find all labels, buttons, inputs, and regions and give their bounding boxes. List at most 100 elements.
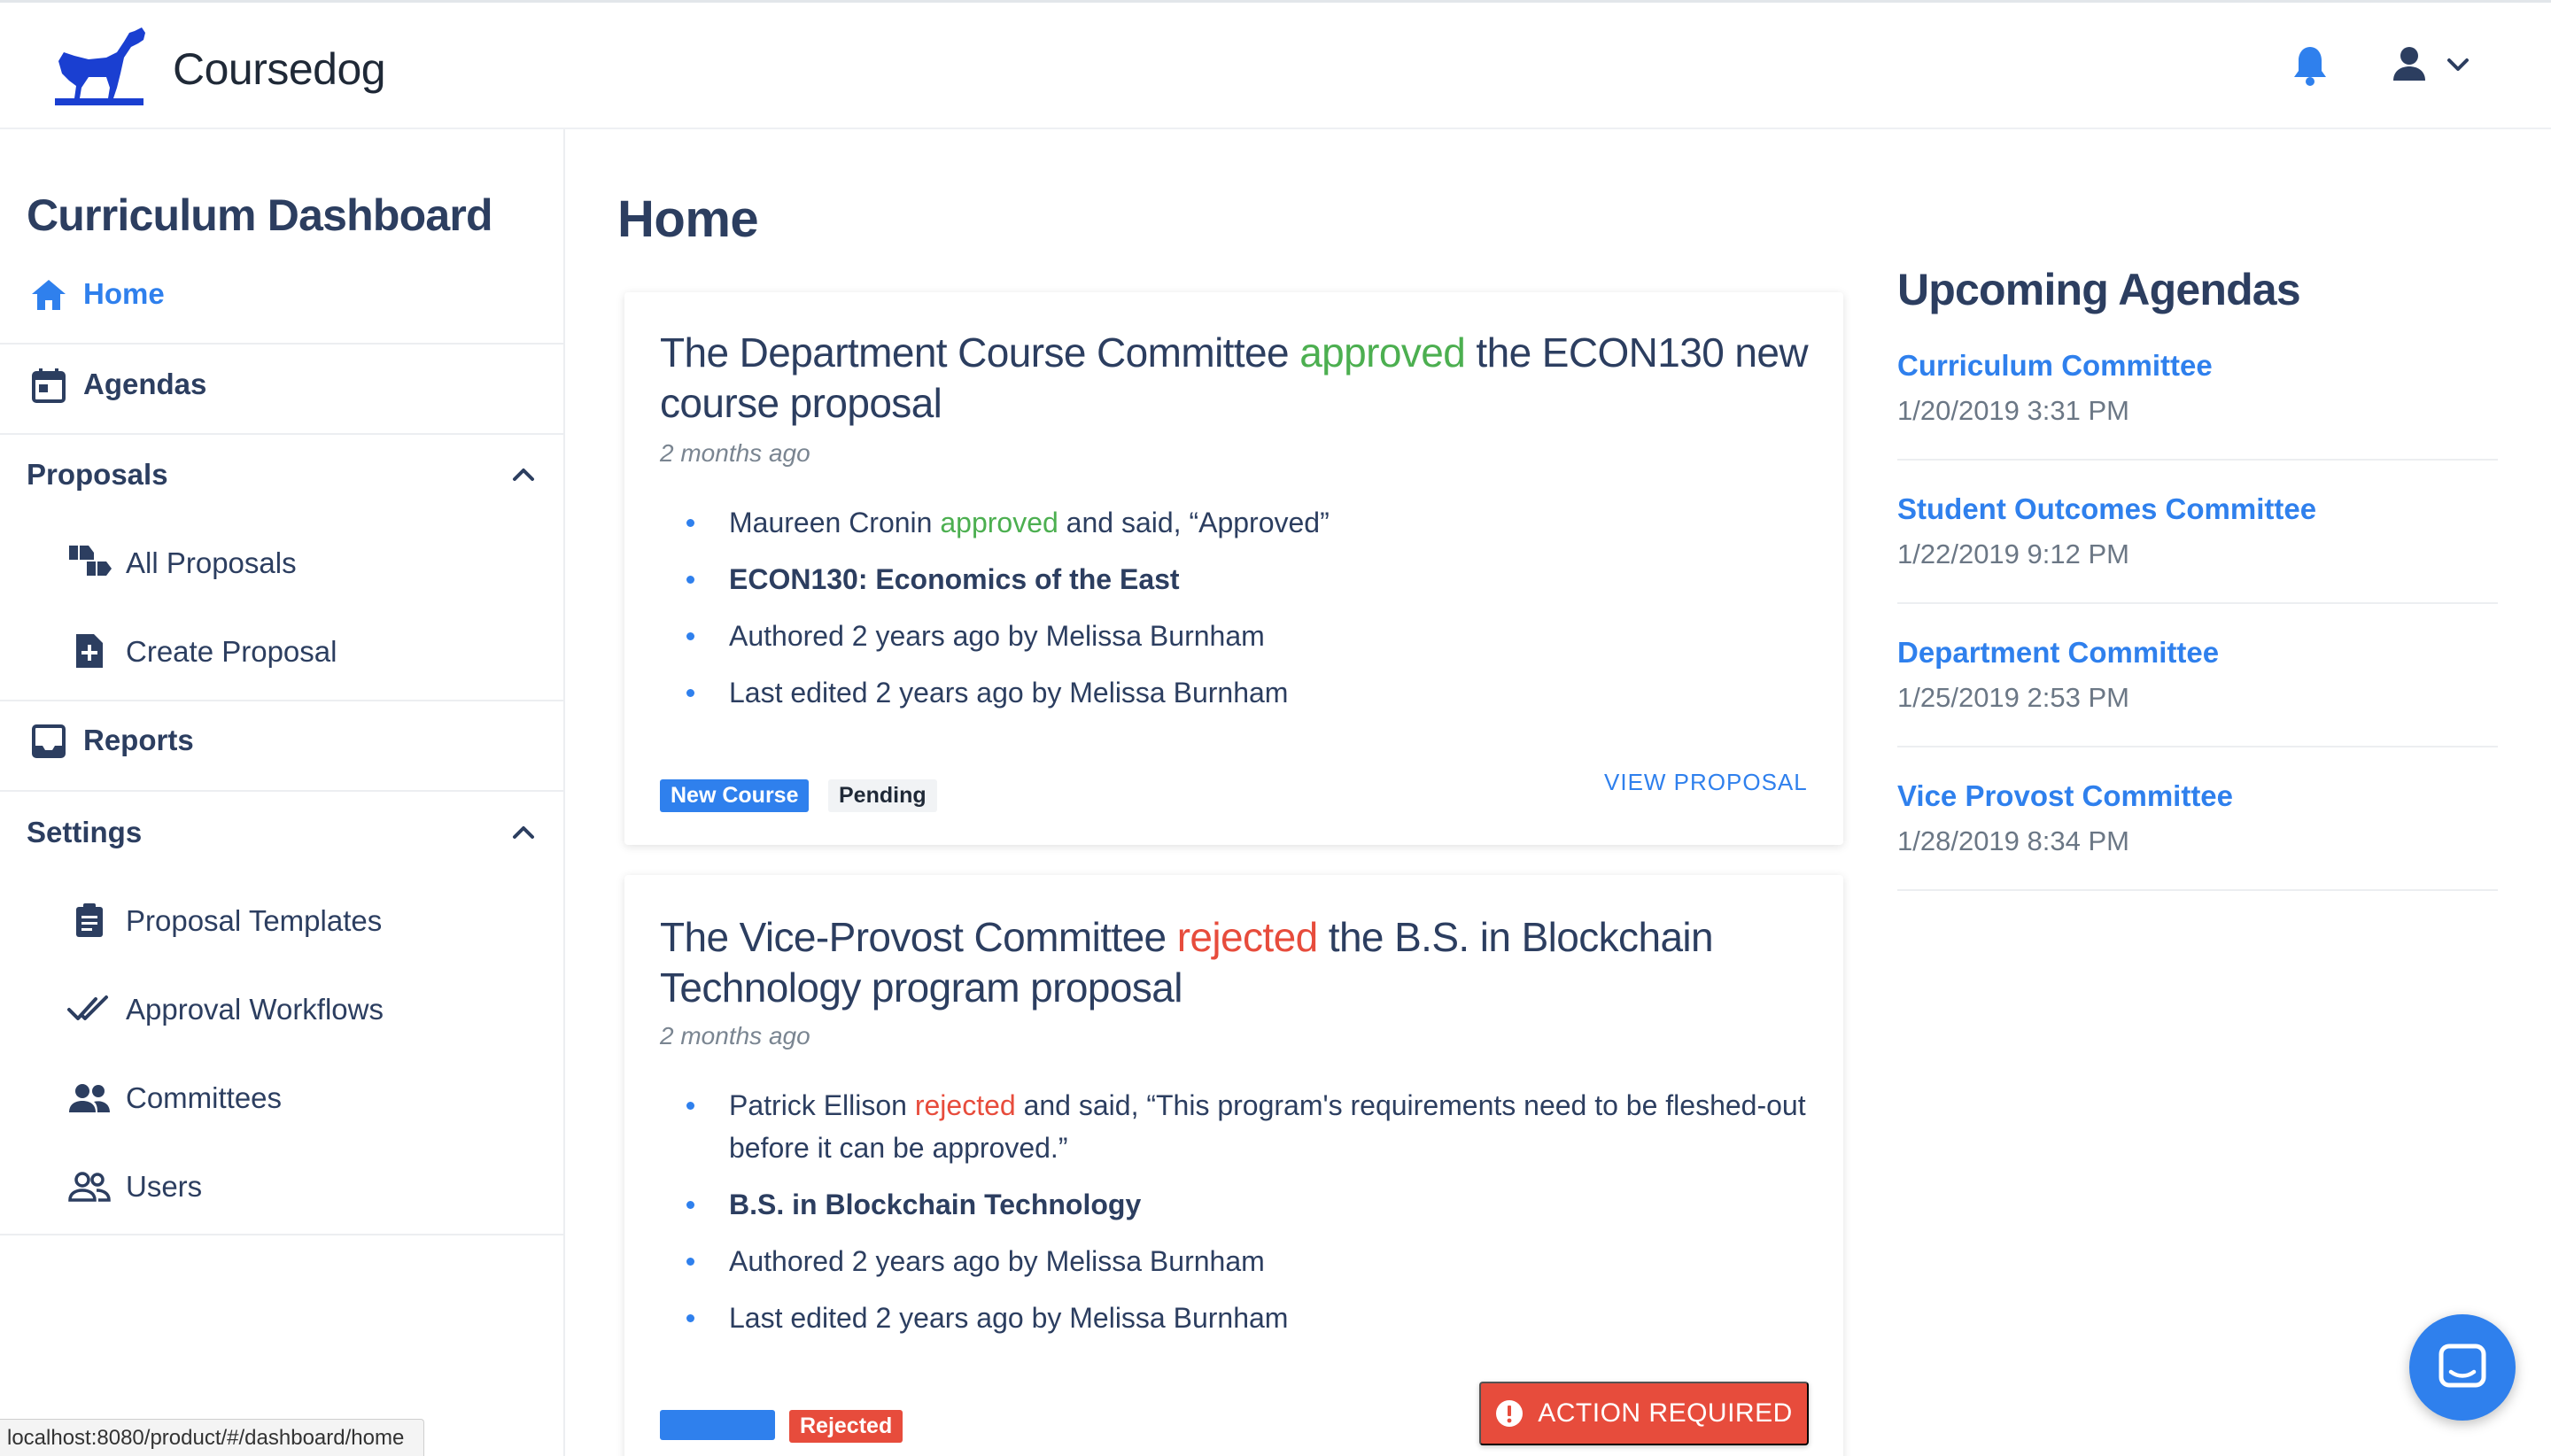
list-item: Authored 2 years ago by Melissa Burnham (660, 1240, 1811, 1282)
section-label: Proposals (27, 458, 168, 491)
status-badge: Pending (828, 779, 937, 812)
card-title-text: The Vice-Provost Committee (660, 914, 1177, 960)
sidebar-item-label: Proposal Templates (126, 904, 383, 937)
sidebar-item-proposal-templates[interactable]: Proposal Templates (0, 895, 563, 948)
divider (0, 343, 563, 345)
activity-card: The Vice-Provost Committee rejected the … (624, 875, 1843, 1456)
card-title: The Vice-Provost Committee rejected the … (660, 912, 1811, 1013)
sidebar-item-agendas[interactable]: Agendas (0, 358, 563, 411)
chat-icon (2439, 1344, 2486, 1388)
sidebar-item-users[interactable]: Users (0, 1160, 563, 1213)
approved-status-text: approved (940, 507, 1058, 538)
sidebar-item-label: Users (126, 1170, 203, 1203)
people-icon (69, 1084, 110, 1112)
divider (0, 433, 563, 435)
agenda-item[interactable]: Vice Provost Committee 1/28/2019 8:34 PM (1897, 779, 2498, 857)
agenda-date: 1/28/2019 8:34 PM (1897, 825, 2129, 856)
list-item: ECON130: Economics of the East (660, 558, 1811, 600)
page-title: Home (617, 190, 759, 248)
agenda-item[interactable]: Department Committee 1/25/2019 2:53 PM (1897, 636, 2498, 714)
divider (1897, 746, 2498, 747)
list-item: B.S. in Blockchain Technology (660, 1183, 1811, 1226)
view-proposal-link[interactable]: VIEW PROPOSAL (1604, 769, 1808, 796)
card-title-text: The Department Course Committee (660, 329, 1300, 376)
home-icon (32, 280, 66, 310)
upcoming-agendas-title: Upcoming Agendas (1897, 265, 2301, 314)
action-required-button[interactable]: ACTION REQUIRED (1479, 1382, 1809, 1445)
brand-name[interactable]: Coursedog (173, 43, 386, 95)
sidebar-item-label: Home (83, 277, 165, 310)
sidebar-item-label: All Proposals (126, 546, 297, 579)
thumbs-icon (69, 546, 112, 576)
sidebar-item-label: Agendas (83, 368, 207, 400)
list-item: Patrick Ellison rejected and said, “This… (660, 1084, 1811, 1169)
list-item: Maureen Cronin approved and said, “Appro… (660, 501, 1811, 544)
type-badge: New Course (660, 779, 810, 812)
button-label: ACTION REQUIRED (1538, 1398, 1793, 1428)
sidebar-item-all-proposals[interactable]: All Proposals (0, 537, 563, 590)
timestamp: 2 months ago (660, 439, 810, 467)
card-title: The Department Course Committee approved… (660, 328, 1811, 429)
chevron-up-icon[interactable] (510, 466, 537, 484)
list-item: Last edited 2 years ago by Melissa Burnh… (660, 1297, 1811, 1339)
divider (1897, 602, 2498, 604)
top-bar: Coursedog (0, 0, 2551, 129)
people-outline-icon (68, 1172, 111, 1202)
timestamp: 2 months ago (660, 1022, 810, 1049)
status-bar-url: localhost:8080/product/#/dashboard/home (0, 1419, 425, 1456)
comment-text: and said, “Approved” (1058, 507, 1330, 538)
sidebar-item-label: Create Proposal (126, 635, 337, 668)
section-label: Settings (27, 816, 143, 848)
sidebar-item-label: Reports (83, 724, 194, 756)
sidebar-title: Curriculum Dashboard (27, 190, 493, 240)
sidebar-item-label: Approval Workflows (126, 993, 384, 1026)
approved-status-text: approved (1299, 329, 1466, 376)
alert-icon (1496, 1400, 1524, 1427)
user-icon[interactable] (2392, 45, 2427, 82)
agenda-item[interactable]: Student Outcomes Committee 1/22/2019 9:1… (1897, 492, 2498, 570)
bell-icon[interactable] (2291, 43, 2330, 88)
detail-list: Patrick Ellison rejected and said, “This… (660, 1084, 1811, 1353)
chevron-up-icon[interactable] (510, 824, 537, 841)
comment-text: Patrick Ellison (729, 1089, 915, 1121)
sidebar-section-settings[interactable]: Settings (0, 806, 563, 859)
type-badge (660, 1410, 775, 1440)
agenda-date: 1/22/2019 9:12 PM (1897, 538, 2129, 569)
divider (0, 700, 563, 701)
sidebar-item-home[interactable]: Home (0, 269, 563, 319)
sidebar-section-proposals[interactable]: Proposals (0, 448, 563, 501)
chat-launcher-button[interactable] (2409, 1314, 2516, 1421)
inbox-icon (32, 724, 66, 758)
divider (0, 790, 563, 792)
divider (0, 1234, 563, 1235)
sidebar-item-reports[interactable]: Reports (0, 714, 563, 767)
sidebar-item-committees[interactable]: Committees (0, 1072, 563, 1125)
dog-logo-icon[interactable] (53, 26, 149, 107)
comment-text: Maureen Cronin (729, 507, 941, 538)
calendar-icon (32, 368, 66, 403)
sidebar-item-label: Committees (126, 1081, 283, 1114)
divider (1897, 459, 2498, 461)
clipboard-icon (76, 903, 103, 937)
agenda-name-link[interactable]: Curriculum Committee (1897, 349, 2498, 383)
double-check-icon (67, 995, 108, 1020)
agenda-item[interactable]: Curriculum Committee 1/20/2019 3:31 PM (1897, 349, 2498, 427)
chevron-down-icon[interactable] (2445, 54, 2471, 75)
activity-card: The Department Course Committee approved… (624, 292, 1843, 845)
sidebar-item-create-proposal[interactable]: Create Proposal (0, 625, 563, 678)
list-item: Last edited 2 years ago by Melissa Burnh… (660, 671, 1811, 714)
agenda-date: 1/20/2019 3:31 PM (1897, 395, 2129, 426)
rejected-status-text: rejected (914, 1089, 1016, 1121)
agenda-date: 1/25/2019 2:53 PM (1897, 682, 2129, 713)
agenda-name-link[interactable]: Department Committee (1897, 636, 2498, 670)
sidebar: Curriculum Dashboard Home Agendas Propos… (0, 129, 565, 1456)
status-badge: Rejected (789, 1410, 903, 1443)
rejected-status-text: rejected (1176, 914, 1318, 960)
divider (1897, 889, 2498, 891)
agenda-name-link[interactable]: Vice Provost Committee (1897, 779, 2498, 813)
detail-list: Maureen Cronin approved and said, “Appro… (660, 501, 1811, 728)
file-plus-icon (76, 634, 103, 668)
sidebar-item-approval-workflows[interactable]: Approval Workflows (0, 983, 563, 1036)
agenda-name-link[interactable]: Student Outcomes Committee (1897, 492, 2498, 526)
list-item: Authored 2 years ago by Melissa Burnham (660, 615, 1811, 657)
